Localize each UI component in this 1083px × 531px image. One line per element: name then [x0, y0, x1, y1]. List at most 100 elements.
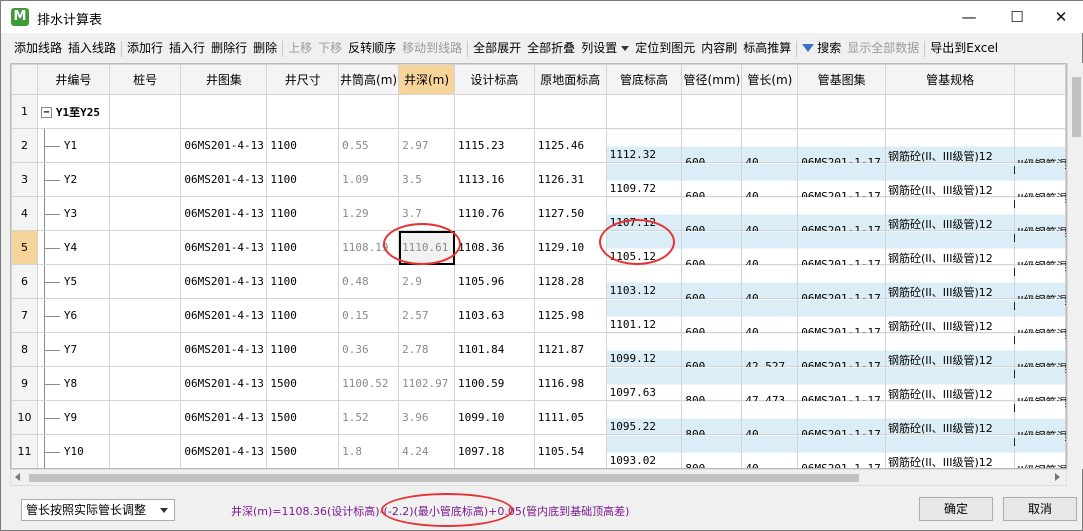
pipe-dia-cell[interactable]: 600	[681, 230, 743, 271]
well-size-cell[interactable]: 1100	[266, 332, 340, 367]
well-depth-cell[interactable]: 4.24	[398, 434, 455, 468]
pipe-extra-cell[interactable]: II级钢筋混	[1014, 332, 1066, 375]
row-number[interactable]: 10	[11, 400, 38, 435]
design-elevation-cell[interactable]: 1108.36	[454, 230, 535, 265]
well-size-cell[interactable]: 1500	[266, 366, 340, 401]
toolbar-button[interactable]: 内容刷	[698, 37, 740, 59]
well-depth-cell[interactable]: 3.96	[398, 400, 455, 435]
toolbar-button[interactable]: 导出到Excel	[927, 37, 1001, 59]
column-header[interactable]: 井深(m)	[398, 64, 455, 95]
design-elevation-cell[interactable]: 1113.16	[454, 162, 535, 197]
shaft-height-cell[interactable]: 0.48	[338, 264, 400, 299]
column-header[interactable]: 井尺寸	[266, 64, 340, 95]
station-cell[interactable]	[108, 264, 182, 299]
design-elevation-cell[interactable]: 1115.23	[454, 128, 535, 163]
well-depth-cell[interactable]: 2.78	[398, 332, 455, 367]
well-atlas-cell[interactable]: 06MS201-4-13	[180, 264, 268, 299]
horizontal-scrollbar[interactable]	[10, 469, 1067, 486]
group-row[interactable]: 1− Y1至Y25	[11, 94, 1066, 129]
row-number[interactable]: 4	[11, 196, 38, 231]
well-depth-cell[interactable]: 2.97	[398, 128, 455, 163]
ground-elevation-cell[interactable]: 1125.46	[533, 128, 607, 163]
well-size-cell[interactable]: 1100	[266, 264, 340, 299]
well-id-cell[interactable]: Y8	[36, 366, 110, 401]
well-size-cell[interactable]: 1100	[266, 298, 340, 333]
horizontal-scroll-thumb[interactable]	[29, 474, 859, 482]
design-elevation-cell[interactable]: 1101.84	[454, 332, 535, 367]
pipe-base-atlas-cell[interactable]: 06MS201-1-17	[797, 264, 886, 305]
shaft-height-cell[interactable]: 1108.19	[338, 230, 400, 265]
vertical-scrollbar[interactable]	[1067, 63, 1083, 469]
design-elevation-cell[interactable]: 1100.59	[454, 366, 535, 401]
pipe-extra-cell[interactable]: II级钢筋混	[1014, 400, 1066, 443]
toolbar-button[interactable]: 标高推算	[740, 37, 794, 59]
toolbar-button[interactable]: 移动到线路	[399, 37, 465, 59]
column-header[interactable]: 管长(m)	[741, 64, 799, 95]
toolbar-button[interactable]: 删除行	[208, 37, 250, 59]
row-number[interactable]: 6	[11, 264, 38, 299]
well-atlas-cell[interactable]: 06MS201-4-13	[180, 298, 268, 333]
pipe-base-atlas-cell[interactable]: 06MS201-1-17	[797, 298, 886, 339]
design-elevation-cell[interactable]: 1110.76	[454, 196, 535, 231]
well-atlas-cell[interactable]: 06MS201-4-13	[180, 366, 268, 401]
pipe-base-spec-cell[interactable]: 钢筋砼(II、III级管)120° 砼基础1-17(06MS201	[884, 366, 1018, 415]
toolbar-button[interactable]: 反转顺序	[345, 37, 399, 59]
vertical-scroll-thumb[interactable]	[1072, 77, 1081, 137]
ground-elevation-cell[interactable]: 1129.10	[533, 230, 607, 265]
toolbar-button[interactable]: 下移	[315, 37, 345, 59]
row-number[interactable]: 11	[11, 434, 38, 468]
design-elevation-cell[interactable]: 1097.18	[454, 434, 535, 468]
pipe-len-cell[interactable]: 40	[741, 162, 799, 203]
well-size-cell[interactable]: 1100	[266, 196, 340, 231]
pipe-base-spec-cell[interactable]: 钢筋砼(II、III级管)120° 砼基础1-17(06MS201	[884, 434, 1016, 468]
pipe-len-cell[interactable]: 42.527	[741, 332, 799, 373]
table-row[interactable]: 8 Y7 06MS201-4-13 1100 0.36 2.78 1101.84 1121.8…	[11, 332, 1066, 381]
pipe-len-cell[interactable]: 40	[741, 400, 799, 441]
table-row[interactable]: 5 Y4 06MS201-4-13 1100 1108.19 1110.61 1108.36…	[11, 230, 1066, 279]
well-size-cell[interactable]: 1100	[266, 230, 340, 265]
well-id-cell[interactable]: Y9	[36, 400, 110, 435]
ground-elevation-cell[interactable]: 1105.54	[533, 434, 607, 468]
well-size-cell[interactable]: 1100	[266, 128, 340, 163]
well-atlas-cell[interactable]: 06MS201-4-13	[180, 128, 268, 163]
pipe-dia-cell[interactable]: 600	[681, 332, 743, 373]
pipe-len-cell[interactable]: 47.473	[741, 366, 799, 407]
well-id-cell[interactable]: Y3	[36, 196, 110, 231]
shaft-height-cell[interactable]: 1.8	[338, 434, 400, 468]
station-cell[interactable]	[108, 128, 182, 163]
table-row[interactable]: 6 Y5 06MS201-4-13 1100 0.48 2.9 1105.96 1128.28…	[11, 264, 1066, 313]
ground-elevation-cell[interactable]: 1127.50	[533, 196, 607, 231]
row-number[interactable]: 1	[11, 94, 38, 129]
toolbar-button[interactable]: 全部展开	[470, 37, 524, 59]
pipe-extra-cell[interactable]: II级钢筋混	[1014, 366, 1066, 409]
column-header[interactable]: 桩号	[108, 64, 182, 95]
pipe-base-atlas-cell[interactable]: 06MS201-1-17	[797, 434, 886, 468]
pipe-bottom-cell[interactable]: 1097.631096.20	[605, 366, 683, 415]
well-depth-cell[interactable]: 2.57	[398, 298, 455, 333]
pipe-dia-cell[interactable]: 600	[681, 128, 743, 169]
ground-elevation-cell[interactable]: 1126.31	[533, 162, 607, 197]
column-header[interactable]: 井筒高(m)	[338, 64, 400, 95]
well-atlas-cell[interactable]: 06MS201-4-13	[180, 332, 268, 367]
pipe-bottom-cell[interactable]: 1095.221094.02	[605, 400, 683, 449]
ok-button[interactable]: 确定	[919, 497, 993, 521]
row-number[interactable]: 2	[11, 128, 38, 163]
ground-elevation-cell[interactable]: 1128.28	[533, 264, 607, 299]
toolbar-button[interactable]: 上移	[285, 37, 315, 59]
shaft-height-cell[interactable]: 0.55	[338, 128, 400, 163]
ground-elevation-cell[interactable]: 1116.98	[533, 366, 607, 401]
row-number[interactable]: 5	[11, 230, 38, 265]
pipe-extra-cell[interactable]: II级钢筋混	[1014, 196, 1066, 239]
well-depth-cell[interactable]: 1102.97	[398, 366, 455, 401]
pipe-base-atlas-cell[interactable]: 06MS201-1-17	[797, 332, 886, 373]
station-cell[interactable]	[108, 230, 182, 265]
pipe-base-atlas-cell[interactable]: 06MS201-1-17	[797, 366, 886, 407]
well-id-cell[interactable]: Y5	[36, 264, 110, 299]
column-header[interactable]: 原地面标高	[533, 64, 607, 95]
pipe-bottom-cell[interactable]: 1103.121101.12	[605, 264, 683, 313]
well-atlas-cell[interactable]: 06MS201-4-13	[180, 400, 268, 435]
pipe-base-atlas-cell[interactable]: 06MS201-1-17	[797, 128, 886, 169]
table-row[interactable]: 11 Y10 06MS201-4-13 1500 1.8 4.24 1097.18 1105.…	[11, 434, 1066, 468]
pipe-dia-cell[interactable]: 600	[681, 298, 743, 339]
well-atlas-cell[interactable]: 06MS201-4-13	[180, 162, 268, 197]
